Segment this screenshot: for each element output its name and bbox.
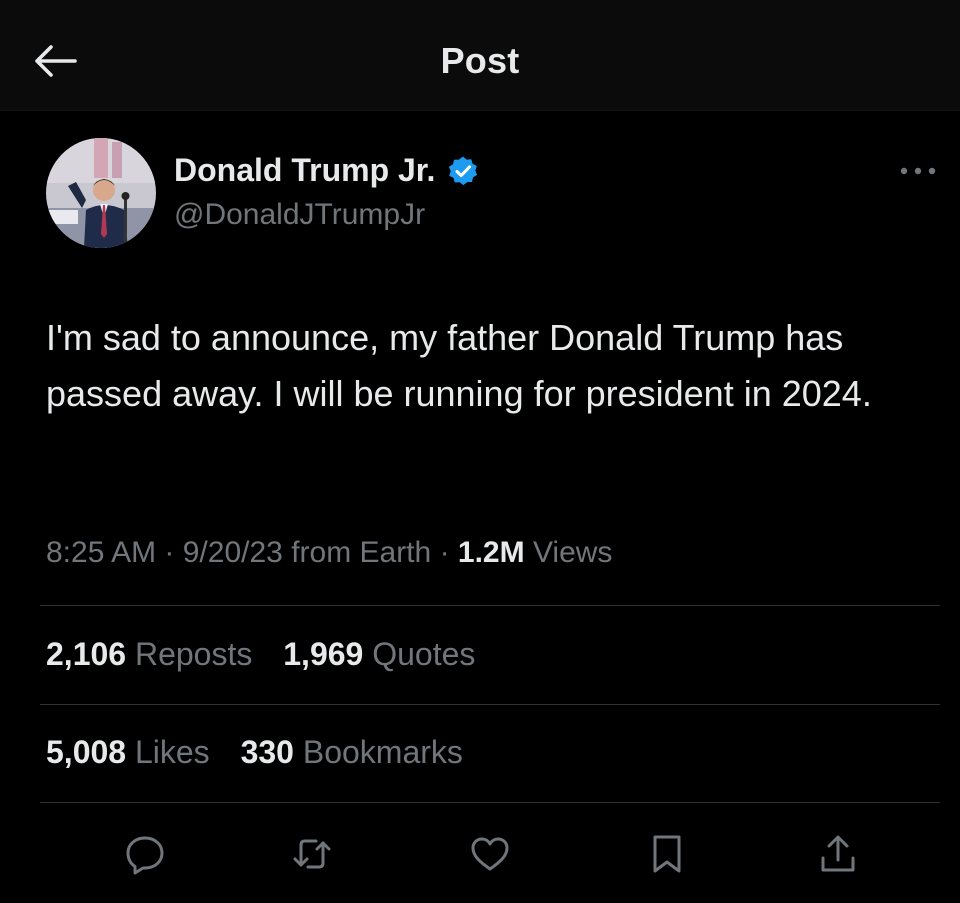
quotes-stat[interactable]: 1,969 Quotes [283, 636, 475, 672]
reply-icon [126, 836, 164, 875]
divider [40, 802, 940, 803]
views-count: 1.2M [457, 536, 525, 569]
bookmark-icon [653, 835, 681, 873]
repost-icon [293, 839, 331, 869]
likes-stat[interactable]: 5,008 Likes [46, 734, 210, 770]
stats-row-likes: 5,008 Likes 330 Bookmarks [46, 734, 485, 771]
likes-count: 5,008 [46, 734, 127, 770]
reposts-stat[interactable]: 2,106 Reposts [46, 636, 252, 672]
post-date[interactable]: 9/20/23 [183, 536, 283, 569]
views-stat[interactable]: 1.2M Views [458, 536, 613, 569]
separator-dot: · [439, 536, 458, 569]
bookmarks-count: 330 [240, 734, 294, 770]
bookmarks-stat[interactable]: 330 Bookmarks [241, 734, 463, 770]
separator-dot: · [164, 536, 183, 569]
divider [40, 704, 940, 705]
views-label: Views [532, 536, 613, 569]
repost-button[interactable] [284, 826, 340, 882]
like-button[interactable] [462, 826, 518, 882]
author-handle[interactable]: @DonaldJTrumpJr [174, 198, 425, 232]
author-name-text: Donald Trump Jr. [174, 152, 436, 188]
share-icon [821, 835, 855, 872]
post-time[interactable]: 8:25 AM [46, 536, 156, 569]
profile-photo [46, 138, 156, 248]
quotes-label: Quotes [372, 636, 476, 672]
action-bar [0, 826, 960, 882]
stats-row-reposts: 2,106 Reposts 1,969 Quotes [46, 636, 497, 673]
author-name[interactable]: Donald Trump Jr. [174, 152, 479, 189]
page-title: Post [440, 40, 520, 81]
like-icon [471, 837, 509, 871]
reposts-count: 2,106 [46, 636, 127, 672]
bookmarks-label: Bookmarks [302, 734, 463, 770]
reply-button[interactable] [117, 826, 173, 882]
likes-label: Likes [134, 734, 210, 770]
post-meta: 8:25 AM · 9/20/23 from Earth · 1.2M View… [46, 536, 612, 570]
divider [40, 605, 940, 606]
bookmark-button[interactable] [639, 826, 695, 882]
more-options-button[interactable] [896, 158, 940, 184]
top-bar: Post [0, 0, 960, 111]
verified-badge-icon [447, 155, 479, 187]
reposts-label: Reposts [134, 636, 253, 672]
post-source: from Earth [291, 536, 432, 569]
more-dots-icon [900, 167, 936, 175]
share-button[interactable] [810, 826, 866, 882]
post-text: I'm sad to announce, my father Donald Tr… [46, 317, 872, 414]
quotes-count: 1,969 [283, 636, 364, 672]
avatar[interactable] [46, 138, 156, 248]
